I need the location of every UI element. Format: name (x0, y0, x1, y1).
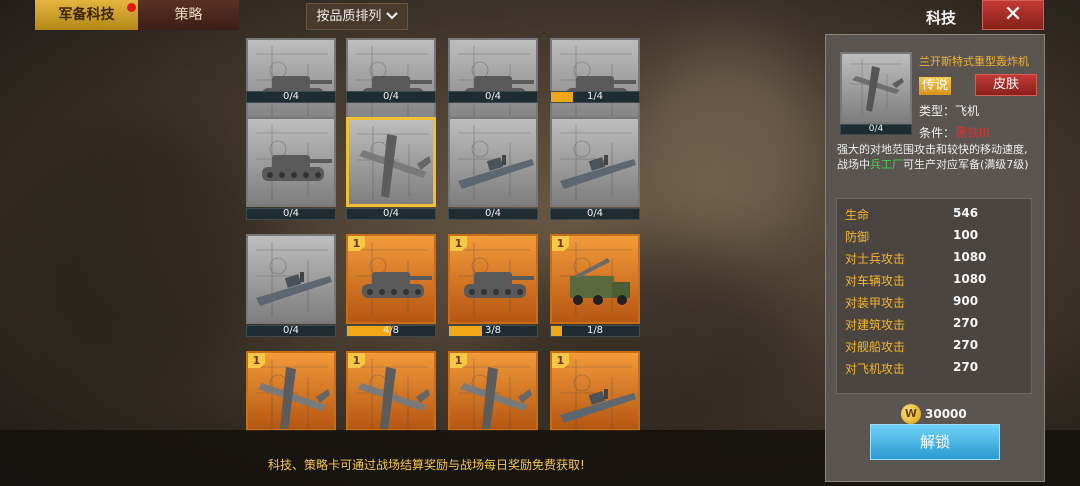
stat-value: 1080 (953, 250, 987, 264)
stats-table: 生命 546 防御 100 对士兵攻击 1080 对车辆攻击 1080 对装甲攻击 900 对建筑攻… (836, 198, 1032, 394)
ship-icon (256, 242, 332, 316)
unlock-button[interactable]: 解锁 (870, 424, 1000, 460)
plane-card-1[interactable]: 1 (246, 351, 336, 431)
background-smoke (500, 250, 800, 450)
progress-bar: 4/8 (346, 325, 436, 337)
stat-value: 270 (953, 360, 979, 374)
coin-icon: W (901, 404, 921, 424)
progress-text: 0/4 (282, 91, 300, 102)
background-smoke (640, 40, 820, 240)
stat-value: 270 (953, 316, 979, 330)
tank-icon (256, 125, 332, 199)
condition-label: 条件： (919, 126, 956, 140)
plane-card-2[interactable]: 1 (346, 351, 436, 431)
progress-bar: 0/4 (550, 208, 640, 220)
type-label: 类型： (919, 104, 956, 118)
progress-bar: 0/4 (246, 208, 336, 220)
tip-text: 科技、策略卡可通过战场结算奖励与战场每日奖励免费获取! (268, 458, 585, 472)
tank-card-2[interactable] (346, 38, 436, 128)
sort-label: 按品质排列 (316, 9, 382, 24)
type-value: 飞机 (955, 104, 980, 118)
progress-bar: 0/4 (448, 91, 538, 103)
detail-unit-image (840, 52, 912, 124)
detail-progress-bar: 0/4 (840, 124, 912, 135)
chevron-down-icon (385, 9, 398, 24)
stat-value: 900 (953, 294, 979, 308)
background-smoke (20, 120, 280, 380)
stat-label: 防御 (845, 230, 870, 244)
progress-bar: 0/4 (346, 91, 436, 103)
skin-button[interactable]: 皮肤 (975, 74, 1037, 96)
condition-value: 黑铁III (955, 126, 990, 140)
stat-label: 对飞机攻击 (845, 362, 906, 376)
stat-label: 对装甲攻击 (845, 296, 906, 310)
bomber-icon (850, 59, 904, 114)
stat-value: 1080 (953, 272, 987, 286)
progress-text: 0/4 (282, 325, 300, 336)
rarity-badge: 传说 (919, 77, 951, 95)
stat-value: 100 (953, 228, 979, 242)
unit-description: 强大的对地范围攻击和较快的移动速度,战场中兵工厂可生产对应军备(满级7级) (837, 142, 1037, 172)
stat-value: 270 (953, 338, 979, 352)
bomber-card-selected[interactable] (346, 117, 436, 207)
progress-bar: 3/8 (448, 325, 538, 337)
unit-condition-row: 条件：黑铁III (919, 124, 990, 141)
progress-bar: 0/4 (246, 91, 336, 103)
ship-icon (560, 125, 636, 199)
stat-label: 对车辆攻击 (845, 274, 906, 288)
progress-text: 0/4 (382, 91, 400, 102)
plane-icon (357, 126, 431, 200)
close-button[interactable]: ✕ (982, 0, 1044, 30)
progress-bar: 1/8 (550, 325, 640, 337)
stat-label: 对舰船攻击 (845, 340, 906, 354)
unit-name: 兰开斯特式重型轰炸机 (919, 55, 1029, 68)
progress-text: 0/4 (382, 208, 400, 219)
tank-icon (458, 46, 534, 120)
progress-bar: 0/4 (246, 325, 336, 337)
progress-bar: 1/4 (550, 91, 640, 103)
ship-card-1[interactable] (448, 117, 538, 207)
plane-card-3[interactable]: 1 (448, 351, 538, 431)
page-title: 科技 (926, 9, 957, 27)
ship-card-3[interactable] (246, 234, 336, 324)
notification-dot (127, 3, 136, 12)
tank-icon (256, 46, 332, 120)
ship-icon (458, 125, 534, 199)
progress-text: 1/8 (586, 325, 604, 336)
tank-card-7[interactable]: 1 (448, 234, 538, 324)
tank-card-4[interactable] (550, 38, 640, 128)
sort-dropdown[interactable]: 按品质排列 (306, 3, 408, 30)
unlock-cost: 30000 (925, 407, 967, 421)
tank-icon (560, 46, 636, 120)
progress-text: 4/8 (382, 325, 400, 336)
progress-text: 0/4 (484, 208, 502, 219)
detail-progress-text: 0/4 (868, 124, 884, 134)
progress-bar: 0/4 (346, 208, 436, 220)
stat-value: 546 (953, 206, 979, 220)
stat-label: 对建筑攻击 (845, 318, 906, 332)
ship-card-4[interactable]: 1 (550, 351, 640, 431)
desc-text: 可生产对应军备(满级7级) (903, 158, 1029, 171)
progress-text: 3/8 (484, 325, 502, 336)
tank-card-1[interactable] (246, 38, 336, 128)
ship-card-2[interactable] (550, 117, 640, 207)
desc-highlight: 兵工厂 (870, 158, 903, 171)
stat-label: 对士兵攻击 (845, 252, 906, 266)
progress-bar: 0/4 (448, 208, 538, 220)
tank-card-6[interactable]: 1 (346, 234, 436, 324)
progress-text: 0/4 (282, 208, 300, 219)
unit-type-row: 类型：飞机 (919, 102, 979, 119)
stat-label: 生命 (845, 208, 870, 222)
progress-text: 0/4 (586, 208, 604, 219)
tab-strategy[interactable]: 策略 (138, 0, 239, 30)
tank-card-5[interactable] (246, 117, 336, 207)
progress-text: 1/4 (586, 91, 604, 102)
progress-text: 0/4 (484, 91, 502, 102)
tank-icon (356, 46, 432, 120)
tank-card-3[interactable] (448, 38, 538, 128)
tab-armory-tech[interactable]: 军备科技 (35, 0, 138, 30)
truck-card[interactable]: 1 (550, 234, 640, 324)
